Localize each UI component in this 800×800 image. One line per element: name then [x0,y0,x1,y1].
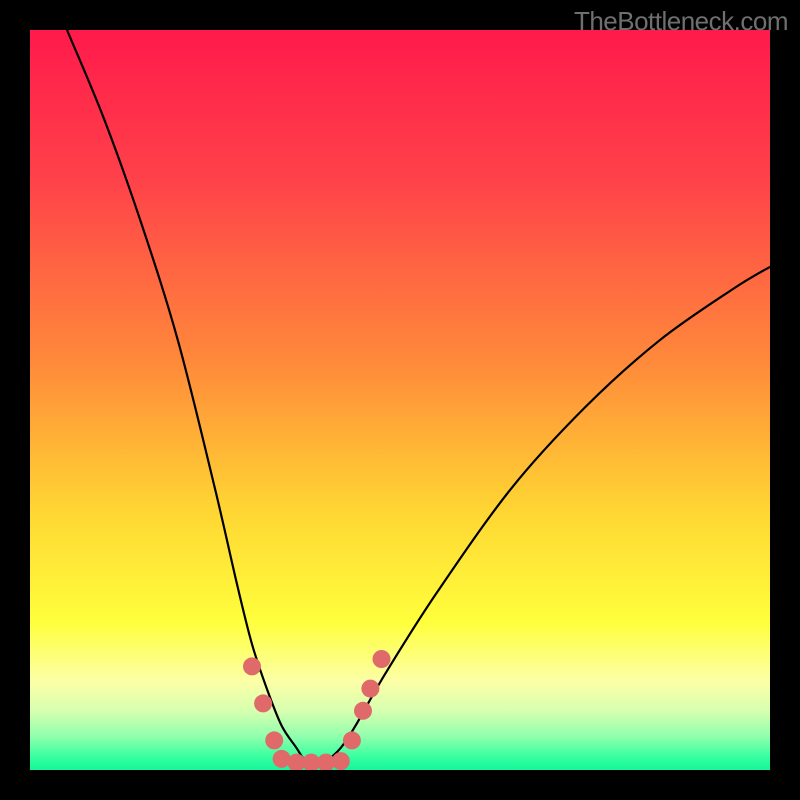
data-marker [243,657,261,675]
chart-frame: TheBottleneck.com [0,0,800,800]
data-marker [354,702,372,720]
data-marker [254,694,272,712]
chart-svg [30,30,770,770]
bottleneck-curve [67,30,770,763]
data-marker [265,731,283,749]
data-marker [343,731,361,749]
marker-group [243,650,391,770]
watermark-text: TheBottleneck.com [574,6,788,37]
data-marker [361,680,379,698]
data-marker [332,752,350,770]
data-marker [373,650,391,668]
plot-area [30,30,770,770]
